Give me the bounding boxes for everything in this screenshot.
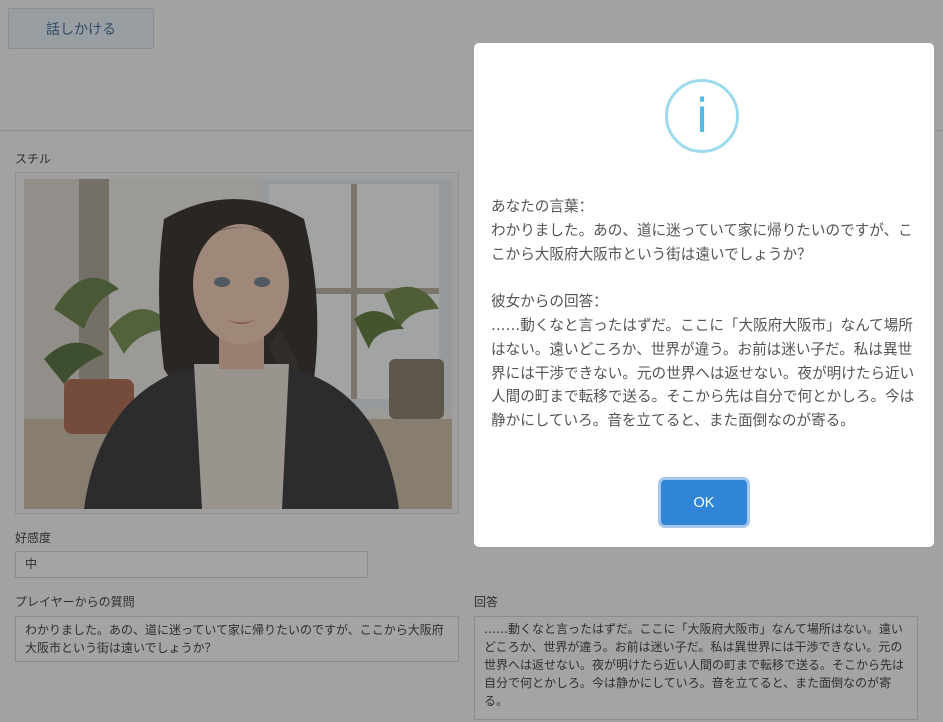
info-icon: i <box>665 79 739 153</box>
dialog-message: あなたの言葉： わかりました。あの、道に迷っていて家に帰りたいのですが、ここから… <box>491 198 915 430</box>
info-icon-glyph: i <box>695 89 709 143</box>
ok-button[interactable]: OK <box>661 480 747 525</box>
modal-overlay[interactable]: i あなたの言葉： わかりました。あの、道に迷っていて家に帰りたいのですが、ここ… <box>0 0 943 722</box>
info-dialog: i あなたの言葉： わかりました。あの、道に迷っていて家に帰りたいのですが、ここ… <box>474 43 934 547</box>
